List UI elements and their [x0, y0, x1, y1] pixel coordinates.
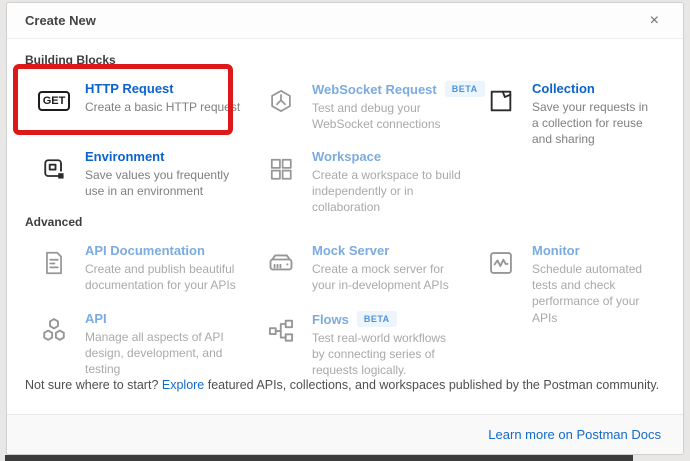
getting-started-note: Not sure where to start? Explore feature… [25, 378, 665, 392]
option-text: Flows BETA Test real-world workflows by co… [312, 311, 462, 379]
environment-icon [37, 152, 71, 186]
get-method-label: GET [38, 91, 71, 111]
section-grid-0: GET HTTP Request Create a basic HTTP reque… [25, 75, 665, 201]
note-text: Not sure where to start? [25, 378, 162, 392]
option-text: HTTP Request Create a basic HTTP request [85, 81, 242, 115]
workspace-icon [264, 152, 298, 186]
create-option-http-request[interactable]: GET HTTP Request Create a basic HTTP reque… [25, 75, 252, 133]
option-title: Environment [85, 149, 164, 164]
option-description: Test real-world workflows by connecting … [312, 330, 462, 379]
option-title: HTTP Request [85, 81, 174, 96]
get-method-icon: GET [37, 84, 71, 118]
learn-more-link[interactable]: Learn more on Postman Docs [488, 427, 661, 442]
option-title: Collection [532, 81, 595, 96]
section-building-blocks: Building Blocks GET HTTP Request Create a … [25, 53, 665, 201]
option-description: Save values you frequently use in an env… [85, 167, 242, 199]
create-option-websocket-request[interactable]: WebSocket RequestBETATest and debug your… [252, 75, 472, 133]
beta-badge: BETA [357, 311, 397, 327]
option-title: Flows [312, 312, 349, 327]
dialog-header: Create New × [7, 3, 683, 39]
option-description: Create a basic HTTP request [85, 99, 242, 115]
option-text: Environment Save values you frequently us… [85, 149, 242, 199]
create-option-flows[interactable]: FlowsBETATest real-world workflows by co… [252, 305, 472, 363]
create-option-workspace[interactable]: WorkspaceCreate a workspace to build ind… [252, 143, 472, 201]
api-icon [37, 314, 71, 348]
flows-icon [264, 314, 298, 348]
dialog-title: Create New [25, 13, 96, 28]
option-description: Manage all aspects of API design, develo… [85, 329, 242, 378]
background-window-edge [5, 455, 633, 461]
option-description: Test and debug your WebSocket connection… [312, 100, 462, 132]
dialog-footer: Learn more on Postman Docs [7, 414, 683, 454]
option-title: Mock Server [312, 243, 389, 258]
create-option-monitor[interactable]: MonitorSchedule automated tests and chec… [472, 237, 665, 295]
collection-icon [484, 84, 518, 118]
api-docs-icon [37, 246, 71, 280]
section-label: Building Blocks [25, 53, 665, 67]
option-text: Workspace Create a workspace to build ind… [312, 149, 462, 216]
option-description: Save your requests in a collection for r… [532, 99, 655, 148]
option-text: Mock Server Create a mock server for your… [312, 243, 462, 293]
option-description: Schedule automated tests and check perfo… [532, 261, 655, 326]
app-background: Create New × Building Blocks GET HTTP Req… [0, 0, 690, 461]
create-option-collection[interactable]: CollectionSave your requests in a collec… [472, 75, 665, 133]
option-text: API Manage all aspects of API design, dev… [85, 311, 242, 378]
dialog-body: Building Blocks GET HTTP Request Create a … [7, 39, 683, 414]
create-option-environment[interactable]: Environment Save values you frequently us… [25, 143, 252, 201]
websocket-icon [264, 84, 298, 118]
create-option-mock-server[interactable]: Mock Server Create a mock server for your… [252, 237, 472, 295]
option-description: Create and publish beautiful documentati… [85, 261, 242, 293]
option-description: Create a workspace to build independentl… [312, 167, 462, 216]
mock-server-icon [264, 246, 298, 280]
explore-link[interactable]: Explore [162, 378, 204, 392]
close-icon[interactable]: × [650, 13, 659, 29]
section-grid-1: API Documentation Create and publish beau… [25, 237, 665, 363]
create-new-dialog: Create New × Building Blocks GET HTTP Req… [6, 2, 684, 455]
note-text: featured APIs, collections, and workspac… [204, 378, 659, 392]
option-title: WebSocket Request [312, 82, 437, 97]
option-title: API [85, 311, 107, 326]
create-option-api-documentation[interactable]: API Documentation Create and publish beau… [25, 237, 252, 295]
section-label: Advanced [25, 215, 665, 229]
option-title: Workspace [312, 149, 381, 164]
option-title: Monitor [532, 243, 580, 258]
option-description: Create a mock server for your in-develop… [312, 261, 462, 293]
create-option-api[interactable]: APIManage all aspects of API design, dev… [25, 305, 252, 363]
option-text: Monitor Schedule automated tests and chec… [532, 243, 655, 326]
option-text: API Documentation Create and publish beau… [85, 243, 242, 293]
option-text: Collection Save your requests in a collec… [532, 81, 655, 148]
option-text: WebSocket RequestBETATest and debug your… [312, 81, 462, 132]
monitor-icon [484, 246, 518, 280]
section-advanced: Advanced API Documentation Create and pub… [25, 215, 665, 363]
option-title: API Documentation [85, 243, 205, 258]
